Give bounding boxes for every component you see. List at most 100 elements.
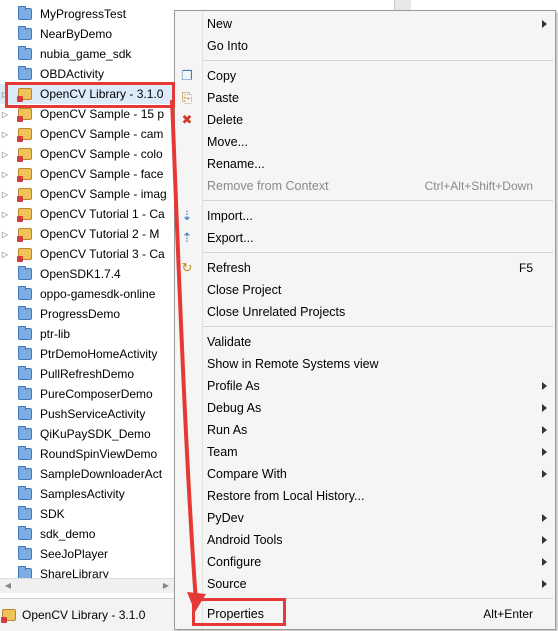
menu-item-close-project[interactable]: Close Project [175, 279, 555, 301]
menu-item-label: Compare With [207, 467, 287, 481]
tree-item-folder[interactable]: PushServiceActivity [0, 404, 174, 424]
folder-icon [18, 306, 32, 320]
tree-item-folder[interactable]: oppo-gamesdk-online [0, 284, 174, 304]
expand-arrow-icon[interactable]: ▷ [0, 224, 10, 244]
tree-item-folder[interactable]: PureComposerDemo [0, 384, 174, 404]
menu-item-icon-slot [179, 554, 195, 570]
menu-item-label: PyDev [207, 511, 244, 525]
menu-item-label: Team [207, 445, 238, 459]
folder-icon [18, 346, 32, 360]
menu-item-import[interactable]: ⇣ Import... [175, 205, 555, 227]
tree-item-folder[interactable]: OpenSDK1.7.4 [0, 264, 174, 284]
tree-item-project[interactable]: ▷ OpenCV Tutorial 2 - M [0, 224, 174, 244]
tree-item-label: oppo-gamesdk-online [40, 287, 156, 301]
menu-item-pydev[interactable]: PyDev [175, 507, 555, 529]
submenu-arrow-icon [542, 558, 547, 566]
scroll-right-icon[interactable]: ▶ [160, 580, 172, 592]
menu-item-label: Import... [207, 209, 253, 223]
menu-item-icon-slot [179, 178, 195, 194]
expand-arrow-icon[interactable]: ▷ [0, 184, 10, 204]
menu-item-move[interactable]: Move... [175, 131, 555, 153]
menu-item-icon-slot [179, 378, 195, 394]
tree-item-folder[interactable]: ProgressDemo [0, 304, 174, 324]
menu-item-export[interactable]: ⇡ Export... [175, 227, 555, 249]
folder-icon [18, 46, 32, 60]
tree-item-folder[interactable]: SeeJoPlayer [0, 544, 174, 564]
tree-item-label: OpenCV Sample - colo [40, 147, 163, 161]
tree-item-folder[interactable]: SDK [0, 504, 174, 524]
menu-item-compare-with[interactable]: Compare With [175, 463, 555, 485]
menu-item-debug-as[interactable]: Debug As [175, 397, 555, 419]
tree-item-project[interactable]: ▷ OpenCV Tutorial 3 - Ca [0, 244, 174, 264]
paste-icon: ⎘ [181, 90, 193, 105]
menu-item-show-in-remote-systems-view[interactable]: Show in Remote Systems view [175, 353, 555, 375]
submenu-arrow-icon [542, 536, 547, 544]
tree-item-label: OpenCV Sample - face [40, 167, 164, 181]
menu-item-copy[interactable]: ❐ Copy [175, 65, 555, 87]
menu-item-icon-slot [179, 488, 195, 504]
tree-item-folder[interactable]: PullRefreshDemo [0, 364, 174, 384]
tree-item-project[interactable]: ▷ OpenCV Sample - colo [0, 144, 174, 164]
menu-item-label: Remove from Context [207, 179, 329, 193]
scroll-left-icon[interactable]: ◀ [2, 580, 14, 592]
tree-item-folder[interactable]: ptr-lib [0, 324, 174, 344]
expand-arrow-icon[interactable]: ▷ [0, 244, 10, 264]
delete-icon: ✖ [181, 112, 193, 127]
tree-item-label: sdk_demo [40, 527, 96, 541]
tree-item-folder[interactable]: NearByDemo [0, 24, 174, 44]
tree-item-folder[interactable]: MyProgressTest [0, 4, 174, 24]
tree-item-folder[interactable]: QiKuPaySDK_Demo [0, 424, 174, 444]
menu-item-label: Configure [207, 555, 262, 569]
tree-item-project[interactable]: ▷ OpenCV Sample - cam [0, 124, 174, 144]
tree-item-project[interactable]: ▷ OpenCV Tutorial 1 - Ca [0, 204, 174, 224]
menu-item-delete[interactable]: ✖ Delete [175, 109, 555, 131]
tree-item-label: PtrDemoHomeActivity [40, 347, 158, 361]
menu-item-label: Source [207, 577, 247, 591]
menu-item-icon-slot [179, 576, 195, 592]
tree-item-folder[interactable]: SamplesActivity [0, 484, 174, 504]
menu-separator [203, 252, 553, 253]
menu-separator [203, 326, 553, 327]
tree-item-label: SampleDownloaderAct [40, 467, 163, 481]
menu-item-icon-slot [179, 304, 195, 320]
folder-icon [18, 406, 32, 420]
expand-arrow-icon[interactable]: ▷ [0, 144, 10, 164]
menu-item-configure[interactable]: Configure [175, 551, 555, 573]
menu-item-shortcut: F5 [518, 261, 533, 275]
menu-item-team[interactable]: Team [175, 441, 555, 463]
menu-item-rename[interactable]: Rename... [175, 153, 555, 175]
menu-item-restore-from-local-history[interactable]: Restore from Local History... [175, 485, 555, 507]
submenu-arrow-icon [542, 382, 547, 390]
expand-arrow-icon[interactable]: ▷ [0, 124, 10, 144]
tree-item-folder[interactable]: OBDActivity [0, 64, 174, 84]
horizontal-scrollbar[interactable]: ◀ ▶ [0, 578, 174, 593]
refresh-icon: ↻ [181, 260, 193, 275]
menu-item-android-tools[interactable]: Android Tools [175, 529, 555, 551]
tree-item-folder[interactable]: SampleDownloaderAct [0, 464, 174, 484]
expand-arrow-icon[interactable]: ▷ [0, 164, 10, 184]
menu-item-new[interactable]: New [175, 13, 555, 35]
menu-item-paste[interactable]: ⎘ Paste [175, 87, 555, 109]
tree-item-folder[interactable]: PtrDemoHomeActivity [0, 344, 174, 364]
folder-icon [18, 526, 32, 540]
tree-item-folder[interactable]: sdk_demo [0, 524, 174, 544]
menu-item-profile-as[interactable]: Profile As [175, 375, 555, 397]
properties-annotation-box [192, 598, 286, 626]
tree-item-project[interactable]: ▷ OpenCV Sample - imag [0, 184, 174, 204]
expand-arrow-icon [0, 424, 10, 444]
tree-item-label: OpenSDK1.7.4 [40, 267, 121, 281]
menu-item-refresh[interactable]: ↻ Refresh F5 [175, 257, 555, 279]
tree-item-folder[interactable]: nubia_game_sdk [0, 44, 174, 64]
tree-item-folder[interactable]: RoundSpinViewDemo [0, 444, 174, 464]
expand-arrow-icon [0, 24, 10, 44]
menu-item-run-as[interactable]: Run As [175, 419, 555, 441]
menu-item-validate[interactable]: Validate [175, 331, 555, 353]
menu-item-go-into[interactable]: Go Into [175, 35, 555, 57]
menu-item-source[interactable]: Source [175, 573, 555, 595]
expand-arrow-icon[interactable]: ▷ [0, 204, 10, 224]
menu-item-icon-slot [179, 422, 195, 438]
menu-separator [203, 60, 553, 61]
menu-item-close-unrelated-projects[interactable]: Close Unrelated Projects [175, 301, 555, 323]
tree-item-project[interactable]: ▷ OpenCV Sample - face [0, 164, 174, 184]
tree-item-label: SamplesActivity [40, 487, 125, 501]
